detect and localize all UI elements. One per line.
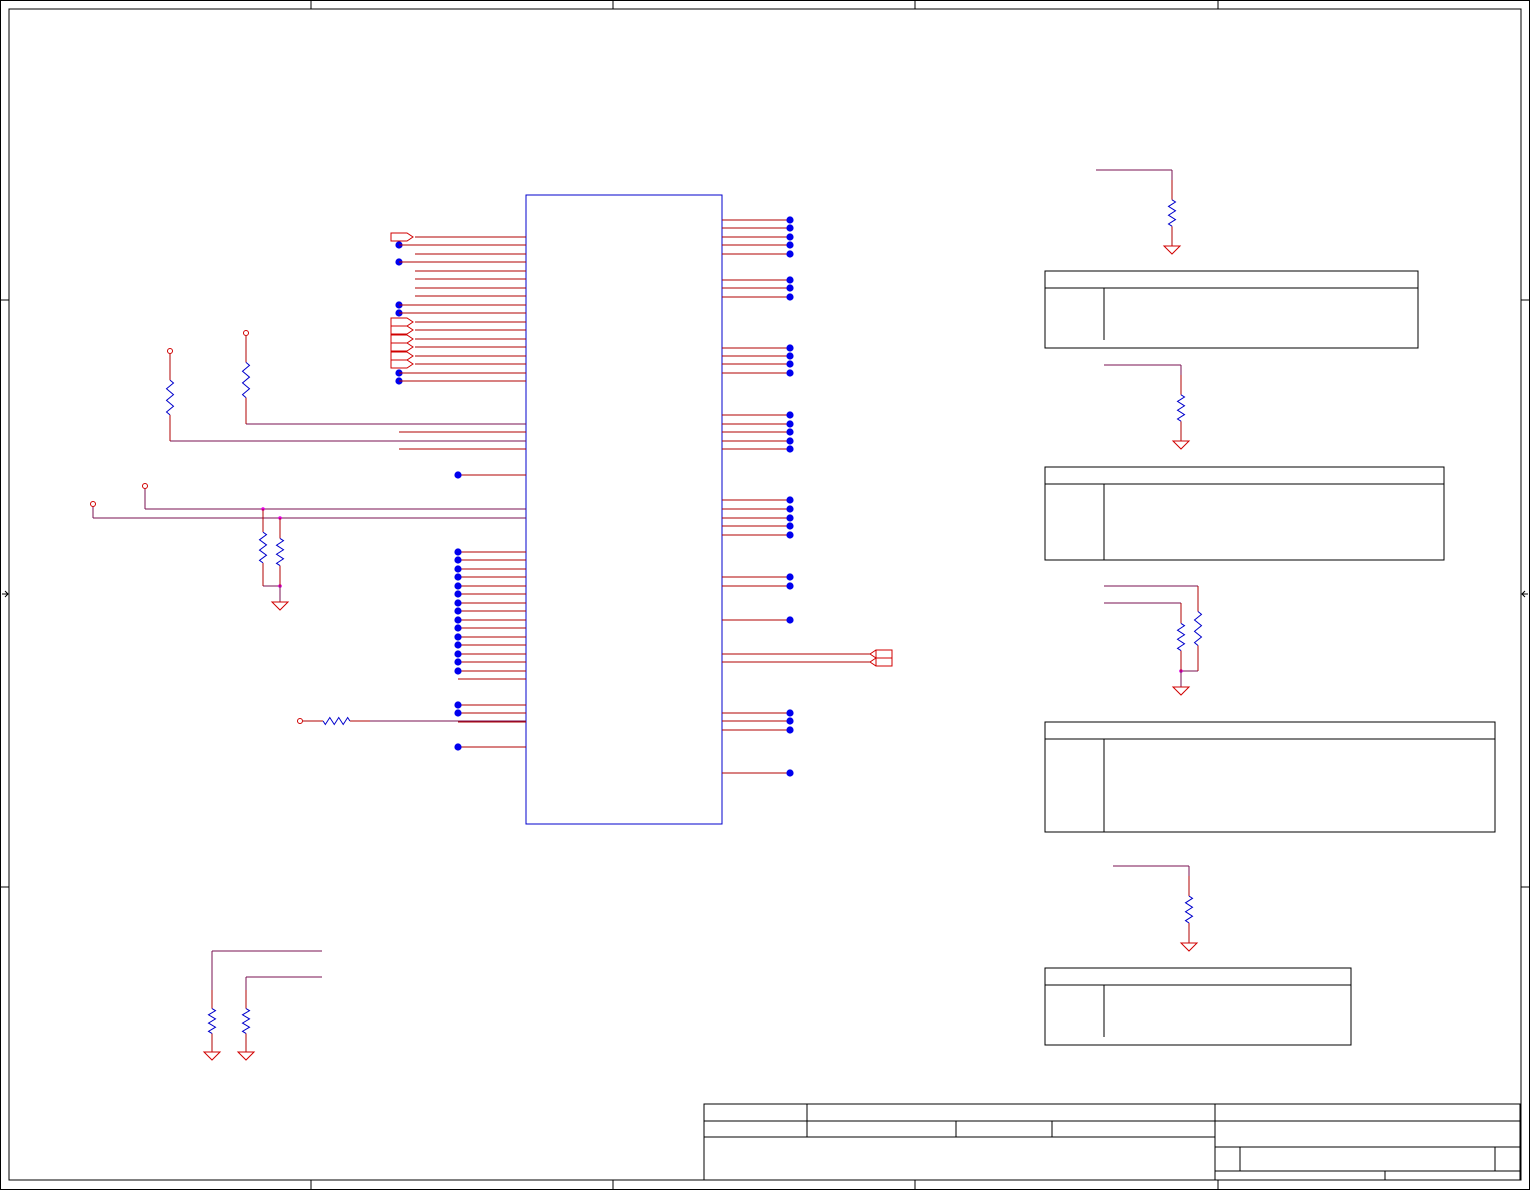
junction-dot-icon — [454, 624, 462, 632]
junction-dot-icon — [786, 284, 794, 292]
junction-dot-icon — [786, 582, 794, 590]
power-pin-icon — [90, 501, 96, 507]
junction-dot-icon — [454, 641, 462, 649]
ground-icon — [1171, 440, 1191, 450]
junction-dot-icon — [786, 717, 794, 725]
junction-dot-icon — [454, 616, 462, 624]
power-pin-icon — [167, 348, 173, 354]
resistor-icon — [165, 354, 175, 441]
ground-icon — [236, 1051, 256, 1061]
junction-dot-icon — [454, 743, 462, 751]
config-table-2 — [1044, 466, 1445, 561]
port-arrow-icon — [390, 359, 414, 369]
junction-dot-icon — [454, 556, 462, 564]
resistor-icon — [275, 518, 285, 586]
junction-dot-icon — [454, 607, 462, 615]
junction-dot-icon — [786, 531, 794, 539]
ground-icon — [270, 601, 290, 611]
junction-dot-icon — [786, 411, 794, 419]
junction-dot-icon — [786, 224, 794, 232]
left-pin-group — [395, 236, 526, 751]
junction-dot-icon — [786, 726, 794, 734]
ground-icon — [1179, 942, 1199, 952]
junction-dot-icon — [786, 276, 794, 284]
junction-dot-icon — [786, 496, 794, 504]
ground-icon — [1162, 245, 1182, 255]
port-arrow-icon — [390, 317, 414, 327]
junction-dot-icon — [786, 250, 794, 258]
junction-dot-icon — [786, 420, 794, 428]
junction-dot-icon — [454, 650, 462, 658]
resistor-icon — [241, 336, 251, 424]
junction-dot-icon — [786, 428, 794, 436]
resistor-icon — [1176, 375, 1186, 441]
junction-dot-icon — [786, 360, 794, 368]
junction-dot-icon — [454, 599, 462, 607]
junction-dot-icon — [786, 344, 794, 352]
junction-dot-icon — [786, 369, 794, 377]
sheet-border — [0, 0, 1530, 1190]
port-arrow-icon — [390, 351, 414, 361]
port-arrow-icon — [869, 657, 893, 667]
junction-dot-icon — [786, 241, 794, 249]
junction-dot-icon — [786, 709, 794, 717]
junction-dot-icon — [786, 293, 794, 301]
junction-dot-icon — [454, 709, 462, 717]
net-group — [92, 169, 1198, 990]
junction-dot-icon — [786, 437, 794, 445]
config-table-1 — [1044, 270, 1419, 349]
power-pin-icon — [142, 483, 148, 489]
junction-dot-icon — [454, 590, 462, 598]
part-group — [90, 180, 1203, 1061]
port-arrow-icon — [390, 334, 414, 344]
junction-dot-icon — [454, 701, 462, 709]
junction-dot-icon — [786, 352, 794, 360]
schematic-sheet — [0, 0, 1530, 1190]
junction-dot-icon — [454, 548, 462, 556]
junction-dot-icon — [786, 514, 794, 522]
title-block — [703, 1103, 1521, 1181]
resistor-icon — [207, 990, 217, 1052]
main-ic-body — [525, 194, 723, 825]
resistor-icon — [1167, 180, 1177, 246]
right-pin-group — [722, 216, 870, 777]
junction-dot-icon — [454, 667, 462, 675]
resistor-icon — [241, 990, 251, 1052]
junction-dot-icon — [786, 216, 794, 224]
junction-dot-icon — [454, 658, 462, 666]
junction-dot-icon — [786, 505, 794, 513]
ground-icon — [1171, 686, 1191, 696]
port-arrow-icon — [390, 325, 414, 335]
junction-dot-icon — [454, 573, 462, 581]
port-arrow-icon — [869, 649, 893, 659]
junction-dot-icon — [454, 633, 462, 641]
power-pin-icon — [243, 330, 249, 336]
resistor-icon — [1193, 586, 1203, 671]
junction-dot-icon — [786, 573, 794, 581]
center-arrow-right — [1521, 590, 1528, 598]
junction-dot-icon — [454, 471, 462, 479]
junction-dot-icon — [454, 565, 462, 573]
power-pin-icon — [297, 718, 303, 724]
junction-dot-icon — [786, 445, 794, 453]
junction-dot-icon — [786, 522, 794, 530]
config-table-4 — [1044, 967, 1352, 1046]
resistor-icon — [258, 509, 268, 586]
resistor-icon — [303, 716, 370, 726]
port-arrow-icon — [390, 232, 414, 242]
resistor-icon — [1184, 876, 1194, 943]
junction-dot-icon — [786, 233, 794, 241]
center-arrow-left — [2, 590, 9, 598]
resistor-icon — [1176, 603, 1186, 671]
junction-dot-icon — [786, 616, 794, 624]
schematic-canvas — [0, 0, 1530, 1190]
ground-icon — [202, 1051, 222, 1061]
junction-dot-icon — [454, 582, 462, 590]
config-table-3 — [1044, 721, 1496, 833]
port-arrow-icon — [390, 342, 414, 352]
junction-dot-icon — [786, 769, 794, 777]
